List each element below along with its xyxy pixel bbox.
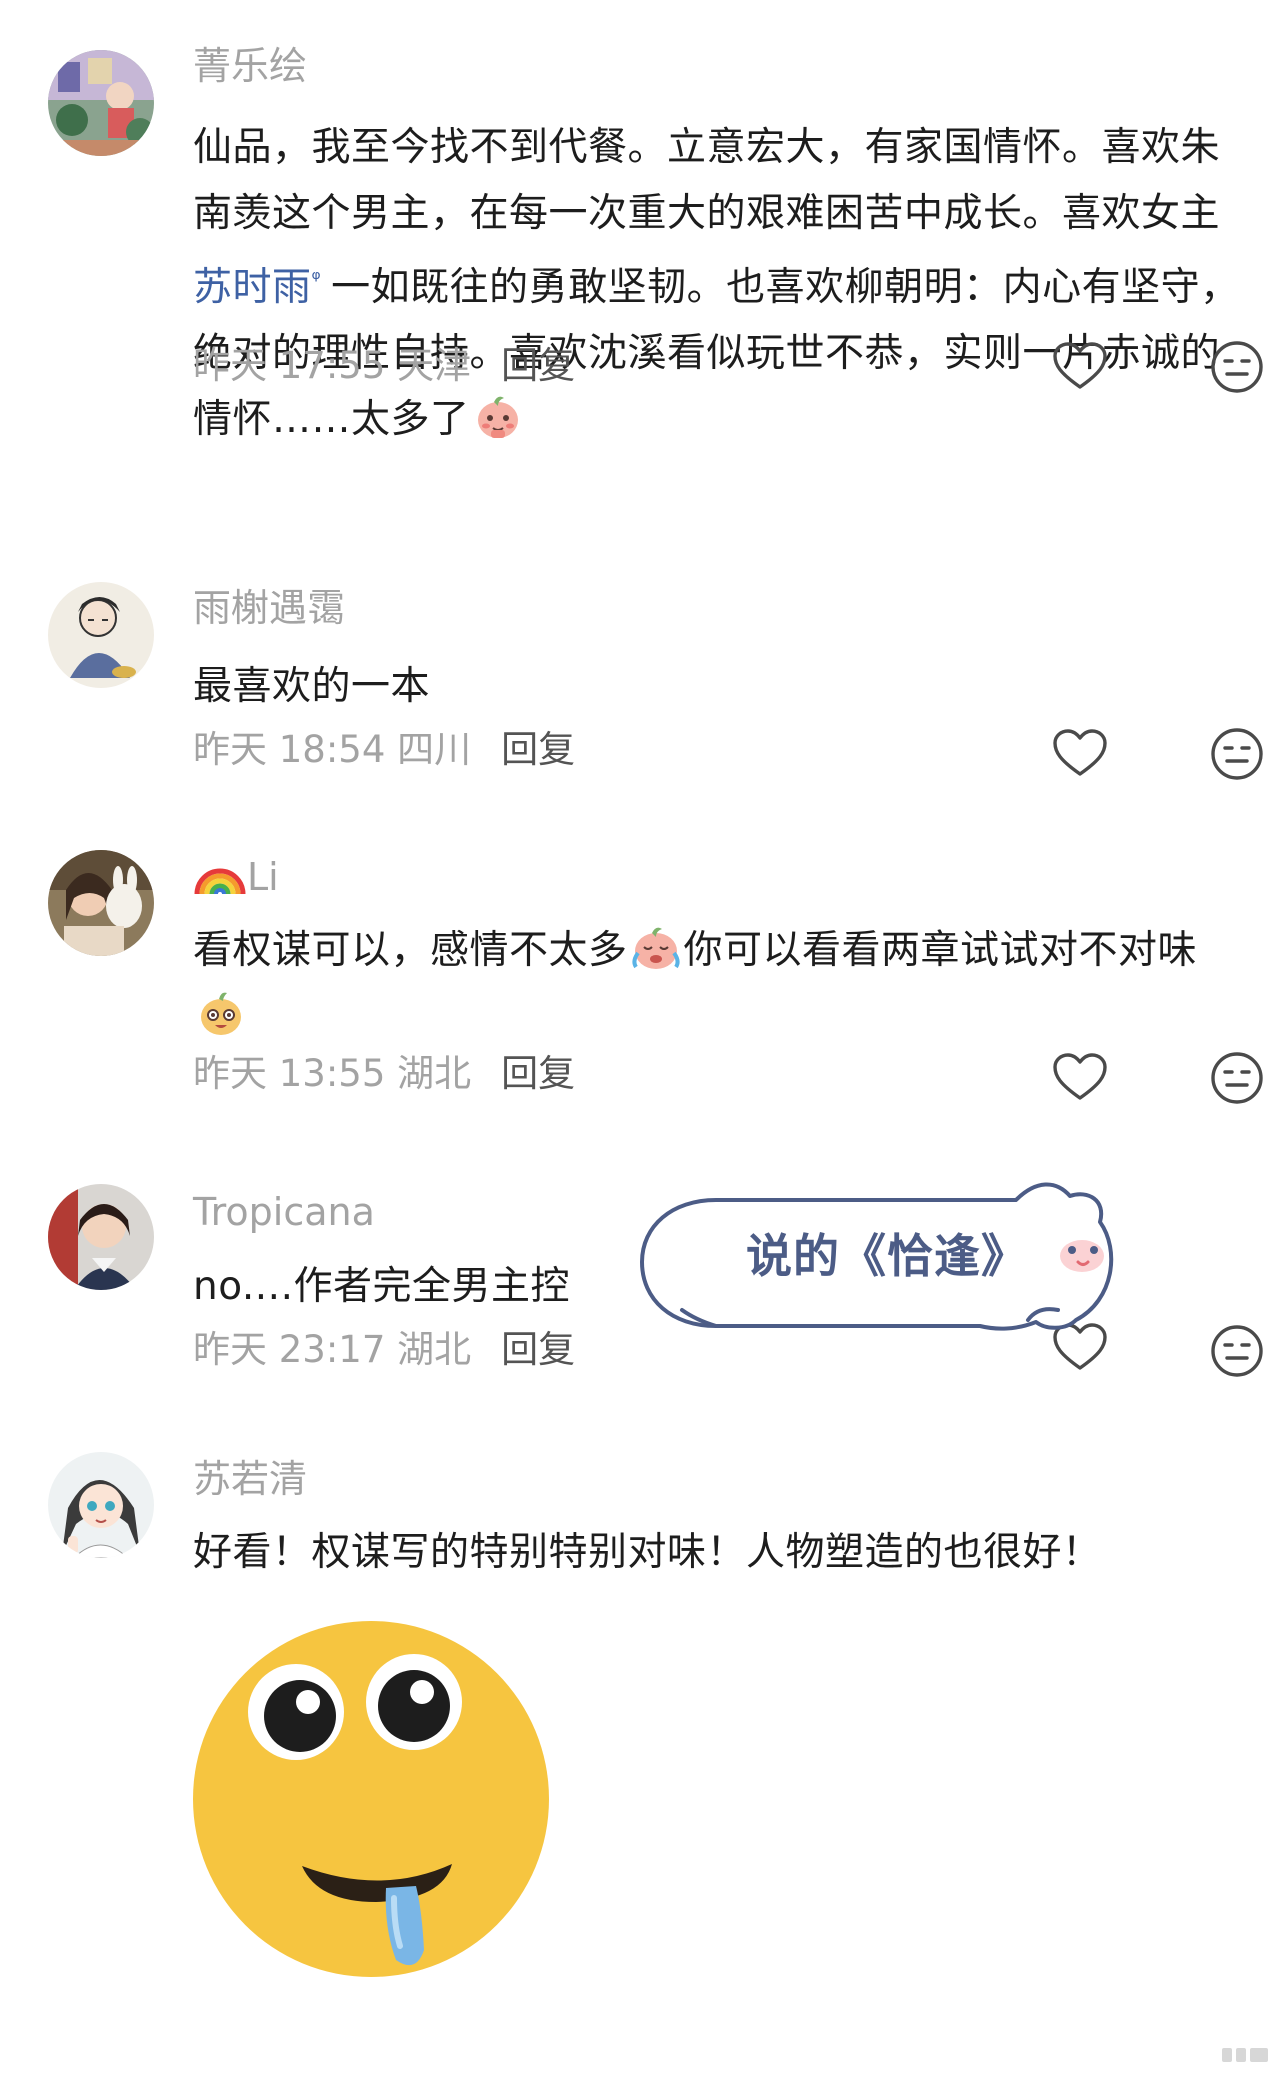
search-link[interactable]: 苏时雨 <box>193 265 312 310</box>
username-text[interactable]: Li <box>247 855 279 899</box>
reply-button[interactable]: 回复 <box>501 344 575 387</box>
neutral-face-icon[interactable] <box>1210 1051 1264 1105</box>
neutral-face-icon[interactable] <box>1210 727 1264 781</box>
reply-button[interactable]: 回复 <box>501 728 575 771</box>
username[interactable]: Tropicana <box>193 1188 375 1236</box>
comment-text: 最喜欢的一本 <box>193 664 431 709</box>
crying-emoji <box>631 927 680 969</box>
reply-button[interactable]: 回复 <box>501 1052 575 1095</box>
comment-text: 看权谋可以，感情不太多 你可以看看两章试试对不对味 <box>193 918 1253 1050</box>
username[interactable]: 菁乐绘 <box>193 42 307 90</box>
heart-icon[interactable] <box>1052 728 1108 778</box>
peach-emoji <box>201 992 241 1035</box>
avatar[interactable] <box>48 1452 154 1558</box>
search-icon[interactable]: ᵠ <box>312 267 322 292</box>
comment-text: 仙品，我至今找不到代餐。立意宏大，有家国情怀。喜欢朱南羡这个男主，在每一次重大的… <box>193 115 1253 453</box>
timestamp: 昨天 23:17 <box>193 1328 386 1371</box>
comment-meta: 昨天 13:55 湖北 回复 <box>193 1050 575 1098</box>
comment-meta: 昨天 17:55 天津 回复 <box>193 342 575 390</box>
comment-text: 好看！权谋写的特别特别对味！人物塑造的也很好！ <box>193 1530 1102 1575</box>
avatar[interactable] <box>48 50 154 156</box>
comment-meta: 昨天 23:17 湖北 回复 <box>193 1326 575 1374</box>
location: 天津 <box>397 344 472 387</box>
peach-blush-emoji <box>477 396 518 438</box>
comment-meta: 昨天 18:54 四川 回复 <box>193 726 575 774</box>
drooling-face-emoji <box>193 1621 549 1977</box>
rainbow-emoji <box>194 868 246 895</box>
avatar[interactable] <box>48 1184 154 1290</box>
username[interactable]: 雨榭遇霭 <box>193 584 345 632</box>
avatar[interactable] <box>48 850 154 956</box>
location: 四川 <box>397 728 472 771</box>
speech-bubble-sticker: 说的《恰逢》 <box>636 1170 1148 1352</box>
comment-text-part: 仙品，我至今找不到代餐。立意宏大，有家国情怀。喜欢朱南羡这个男主，在每一次重大的… <box>193 125 1221 236</box>
avatar[interactable] <box>48 582 154 688</box>
sticker-text: 说的《恰逢》 <box>746 1229 1028 1283</box>
timestamp: 昨天 17:55 <box>193 344 386 387</box>
location: 湖北 <box>397 1328 472 1371</box>
timestamp: 昨天 18:54 <box>193 728 386 771</box>
reply-button[interactable]: 回复 <box>501 1328 575 1371</box>
neutral-face-icon[interactable] <box>1210 1324 1264 1378</box>
comment-text-part: 你可以看看两章试试对不对味 <box>683 928 1198 973</box>
heart-icon[interactable] <box>1052 1052 1108 1102</box>
neutral-face-icon[interactable] <box>1210 340 1264 394</box>
username[interactable]: 苏若清 <box>193 1455 307 1503</box>
heart-icon[interactable] <box>1052 341 1108 391</box>
timestamp: 昨天 13:55 <box>193 1052 386 1095</box>
comment-text-part: 看权谋可以，感情不太多 <box>193 928 628 973</box>
username[interactable]: Li <box>193 850 279 901</box>
watermark-icon <box>1222 2048 1268 2062</box>
location: 湖北 <box>397 1052 472 1095</box>
